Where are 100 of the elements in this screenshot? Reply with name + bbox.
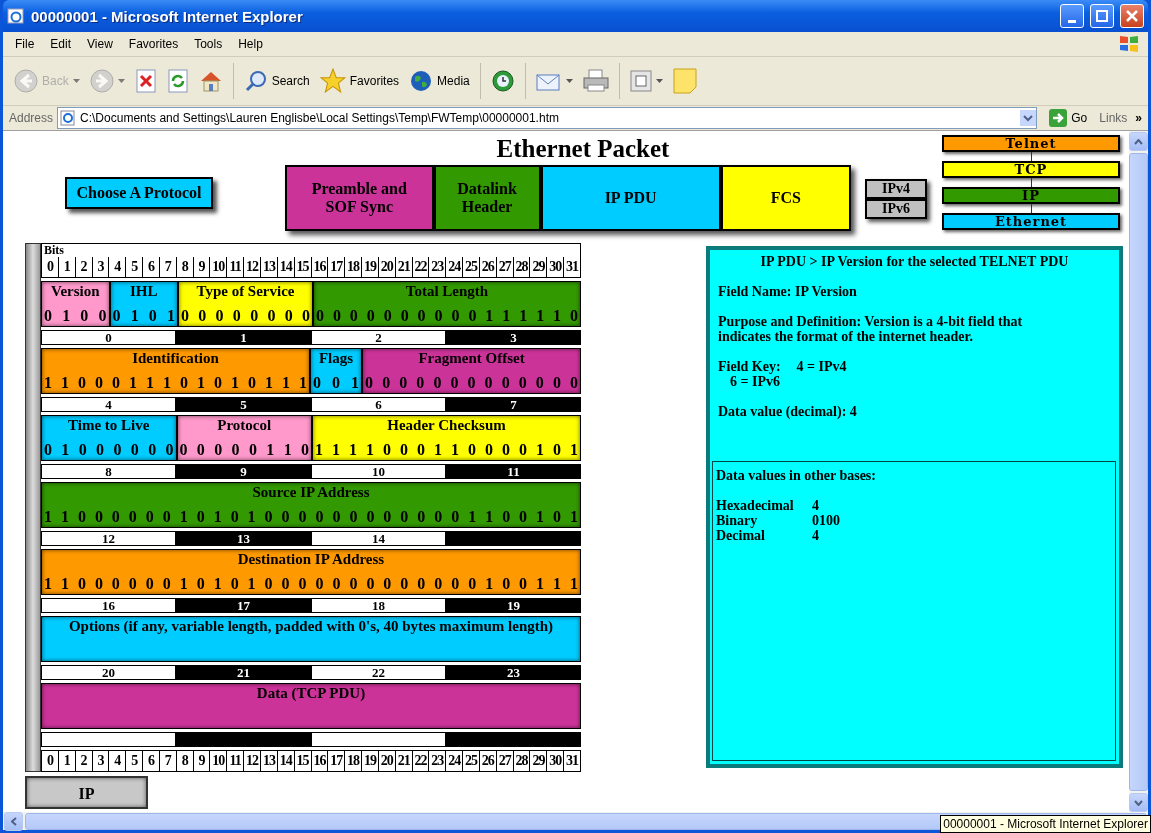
menu-item[interactable]: View <box>81 35 119 53</box>
data-value-text: Data value (decimal): 4 <box>718 404 858 419</box>
byte-number: 8 <box>41 464 176 479</box>
byte-number: 9 <box>176 464 311 479</box>
field-bits: 1 1 1 1 0 0 0 1 1 0 0 0 0 1 0 1 <box>314 440 579 460</box>
field-name: Time to Live <box>68 416 150 434</box>
window-title: 00000001 - Microsoft Internet Explorer <box>31 7 304 25</box>
menu-item[interactable]: File <box>9 35 41 53</box>
field-name: Header Checksum <box>387 416 506 434</box>
bit-number: 5 <box>126 751 144 771</box>
bit-number: 26 <box>479 751 497 771</box>
bit-number: 8 <box>176 257 194 277</box>
bit-number: 22 <box>412 257 430 277</box>
base-label: Decimal <box>716 528 766 543</box>
address-field[interactable]: C:\Documents and Settings\Lauren Englisbe\Local Settings\Temp\FWTemp\00000001.htm <box>57 107 1038 129</box>
byte-number: 18 <box>311 598 446 613</box>
field-name: Destination IP Address <box>237 550 385 568</box>
field-bits: 1 1 0 0 0 0 0 0 1 0 1 0 1 0 0 0 0 0 0 0 0 0 0 0 0 0 1 0 0 1 1 1 <box>43 574 579 594</box>
version-button[interactable]: IPv4 <box>865 179 927 199</box>
packet-segment[interactable]: IP PDU <box>540 165 721 231</box>
toolbar-button[interactable]: Media <box>406 67 473 95</box>
base-value: 4 <box>812 498 819 513</box>
packet-segment[interactable]: FCS <box>720 165 851 231</box>
bit-number: 10 <box>210 751 228 771</box>
packet-segment[interactable]: Preamble and SOF Sync <box>285 165 434 231</box>
field-bits: 0 0 0 0 0 0 0 0 0 0 1 1 1 1 1 0 <box>315 306 579 326</box>
links-label[interactable]: Links <box>1099 111 1128 125</box>
bit-number: 23 <box>429 751 447 771</box>
bit-number: 10 <box>210 257 228 277</box>
packet-field[interactable]: Type of Service 0 0 0 0 0 0 0 0 <box>178 281 313 327</box>
toolbar-button[interactable]: Favorites <box>316 66 403 96</box>
bit-number: 11 <box>227 751 245 771</box>
field-name: Identification <box>132 349 219 367</box>
menu-item[interactable]: Edit <box>44 35 78 53</box>
packet-field[interactable]: Source IP Address 1 1 0 0 0 0 0 0 1 0 1 0 1 0 0 0 0 0 0 0 0 0 0 0 0 1 1 0 0 1 0 1 <box>41 482 581 528</box>
bit-number: 27 <box>496 257 514 277</box>
bit-number: 6 <box>143 751 160 771</box>
bit-number: 14 <box>277 257 295 277</box>
packet-field[interactable]: Time to Live 0 1 0 0 0 0 0 0 <box>41 415 177 461</box>
bit-number: 18 <box>345 257 363 277</box>
bit-number: 19 <box>362 751 379 771</box>
choose-protocol-button[interactable]: Choose A Protocol <box>65 177 213 209</box>
field-bits: 0 1 0 0 0 0 0 0 <box>43 440 175 460</box>
bit-number: 0 <box>42 257 59 277</box>
protocol-layer-button[interactable]: TCP <box>942 161 1120 178</box>
menu-item[interactable]: Help <box>232 35 269 53</box>
bit-number: 22 <box>412 751 430 771</box>
go-button[interactable]: Go <box>1041 109 1096 127</box>
packet-field[interactable]: Options (if any, variable length, padded with 0's, 40 bytes maximum length) <box>41 616 581 662</box>
bit-number: 30 <box>547 751 565 771</box>
menu-item[interactable]: Tools <box>188 35 229 53</box>
packet-field[interactable]: Header Checksum 1 1 1 1 0 0 0 1 1 0 0 0 0 1 0 1 <box>312 415 581 461</box>
byte-number: 21 <box>176 665 311 680</box>
bit-number: 28 <box>513 257 531 277</box>
packet-field[interactable]: Protocol 0 0 0 0 0 1 1 0 <box>176 415 312 461</box>
byte-number: 19 <box>446 598 581 613</box>
packet-field[interactable]: Fragment Offset 0 0 0 0 0 0 0 0 0 0 0 0 0 <box>362 348 581 394</box>
bit-number: 27 <box>496 751 514 771</box>
bit-number: 3 <box>92 257 110 277</box>
field-bits: 0 1 0 0 <box>43 306 108 326</box>
packet-field[interactable]: Flags 0 0 1 <box>310 348 363 394</box>
bit-number: 7 <box>159 751 177 771</box>
bit-number: 17 <box>328 257 346 277</box>
byte-number: 23 <box>446 665 581 680</box>
protocol-layer-button[interactable]: Ethernet <box>942 213 1120 230</box>
byte-number: 22 <box>311 665 446 680</box>
protocol-layer-button[interactable]: Telnet <box>942 135 1120 152</box>
bit-number: 23 <box>429 257 447 277</box>
field-name: Source IP Address <box>252 483 370 501</box>
packet-field[interactable]: Destination IP Address 1 1 0 0 0 0 0 0 1 0 1 0 1 0 0 0 0 0 0 0 0 0 0 0 0 0 1 0 0 1 1 1 <box>41 549 581 595</box>
toolbar-button[interactable]: Search <box>240 67 313 95</box>
bit-number: 31 <box>565 752 580 770</box>
bit-number: 13 <box>260 751 278 771</box>
bit-number: 13 <box>260 257 278 277</box>
byte-number: 5 <box>176 397 311 412</box>
bit-number: 20 <box>378 257 396 277</box>
field-name: Total Length <box>405 282 489 300</box>
packet-field[interactable]: Data (TCP PDU) <box>41 683 581 729</box>
field-bits: 0 0 0 0 0 0 0 0 0 0 0 0 0 <box>364 373 579 393</box>
version-button[interactable]: IPv6 <box>865 199 927 219</box>
more-links-chevron[interactable]: » <box>1135 111 1142 125</box>
packet-field[interactable]: Total Length 0 0 0 0 0 0 0 0 0 0 1 1 1 1 1 0 <box>313 281 581 327</box>
byte-number: 12 <box>41 531 176 546</box>
bit-number: 1 <box>58 751 76 771</box>
bit-number: 15 <box>294 257 312 277</box>
packet-field[interactable]: IHL 0 1 0 1 <box>109 281 178 327</box>
ip-tab[interactable]: IP <box>25 776 148 809</box>
bit-number: 28 <box>513 751 531 771</box>
bit-number: 2 <box>75 751 93 771</box>
bit-number: 25 <box>463 751 480 771</box>
details-heading: IP PDU > IP Version for the selected TELNET PDU <box>759 254 1070 269</box>
field-name: Type of Service <box>196 282 295 300</box>
menu-item[interactable]: Favorites <box>122 35 185 53</box>
bit-number: 6 <box>143 257 160 277</box>
bit-number: 18 <box>345 751 363 771</box>
protocol-layer-button[interactable]: IP <box>942 187 1120 204</box>
packet-segment[interactable]: Datalink Header <box>433 165 541 231</box>
field-key-value: 6 = IPv6 <box>730 374 781 389</box>
packet-field[interactable]: Identification 1 1 0 0 0 1 1 1 0 1 0 1 0 1 1 1 <box>41 348 310 394</box>
packet-field[interactable]: Version 0 1 0 0 <box>41 281 110 327</box>
